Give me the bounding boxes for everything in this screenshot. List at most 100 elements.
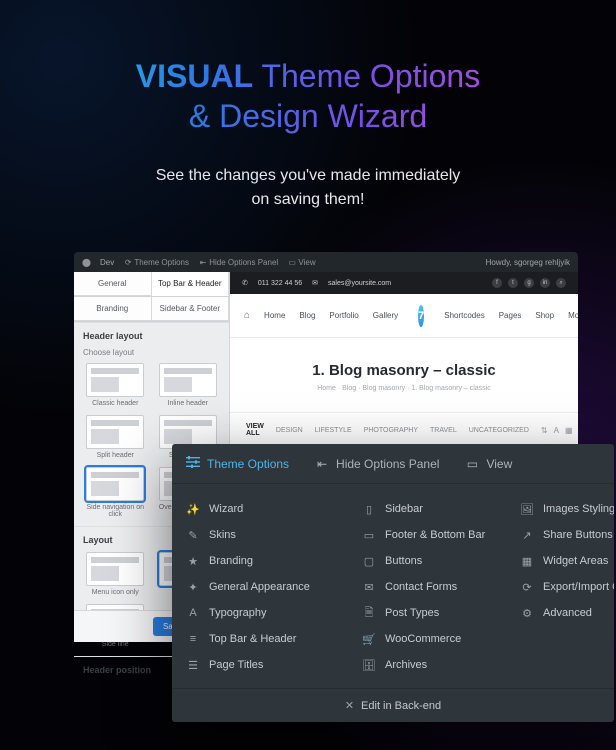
site-logo[interactable]: 7: [418, 305, 424, 327]
nav-item[interactable]: Shop: [535, 311, 554, 320]
wand-icon: ✨: [186, 503, 200, 516]
tab-general[interactable]: General: [74, 272, 152, 296]
nav-item[interactable]: Home: [264, 311, 285, 320]
menu-top-bar-header[interactable]: ≡Top Bar & Header: [186, 626, 334, 652]
menu-post-types[interactable]: 🗎Post Types: [362, 600, 492, 626]
filter-item[interactable]: DESIGN: [276, 427, 303, 434]
section-subtitle: Choose layout: [83, 348, 220, 357]
site-topbar: ✆ 011 322 44 56 ✉ sales@yoursite.com f t…: [230, 272, 578, 294]
grid-icon: ▦: [520, 555, 534, 568]
menu-page-titles[interactable]: ☰Page Titles: [186, 652, 334, 678]
mail-icon: ✉: [312, 279, 318, 287]
wp-logo-icon: ⬤: [82, 258, 90, 267]
flyout-tab-hide-panel[interactable]: ⇤ Hide Options Panel: [315, 457, 439, 471]
home-icon[interactable]: ⌂: [244, 310, 250, 321]
social-icon[interactable]: t: [508, 278, 518, 288]
site-email: sales@yoursite.com: [328, 280, 391, 287]
layout-option[interactable]: Menu icon only: [83, 552, 148, 596]
menu-wizard[interactable]: ✨Wizard: [186, 496, 334, 522]
star-icon: ★: [186, 555, 200, 568]
archive-icon: 🗄: [362, 659, 376, 672]
button-icon: ▢: [362, 555, 376, 568]
hero-title: VISUAL Theme Options & Design Wizard: [40, 56, 576, 136]
header-icon: ≡: [186, 633, 200, 645]
filter-item[interactable]: PHOTOGRAPHY: [364, 427, 418, 434]
grid-icon[interactable]: ▦: [565, 426, 573, 435]
hero-subtitle: See the changes you've made immediately …: [40, 164, 576, 212]
menu-images-styling[interactable]: 🖼Images Styling & H: [520, 496, 614, 522]
share-icon: ↗: [520, 529, 534, 542]
menu-export-import[interactable]: ⟳Export/Import Opti: [520, 574, 614, 600]
sort-alpha-icon[interactable]: A: [554, 426, 559, 435]
nav-item[interactable]: Blog: [299, 311, 315, 320]
menu-woocommerce[interactable]: 🛒WooCommerce: [362, 626, 492, 652]
page-title: 1. Blog masonry – classic: [240, 362, 568, 379]
menu-advanced[interactable]: ⚙Advanced: [520, 600, 614, 626]
nav-item[interactable]: More: [568, 311, 578, 320]
collapse-icon: ⇤: [315, 457, 329, 471]
wp-bar-item[interactable]: ▭ View: [288, 258, 315, 267]
social-icon[interactable]: g: [524, 278, 534, 288]
menu-buttons[interactable]: ▢Buttons: [362, 548, 492, 574]
footer-icon: ▭: [362, 529, 376, 542]
menu-contact-forms[interactable]: ✉Contact Forms: [362, 574, 492, 600]
theme-options-flyout: Theme Options ⇤ Hide Options Panel ▭ Vie…: [172, 444, 614, 722]
tab-branding[interactable]: Branding: [74, 297, 152, 321]
edit-backend-label: Edit in Back-end: [361, 700, 441, 712]
menu-share-buttons[interactable]: ↗Share Buttons: [520, 522, 614, 548]
filter-item[interactable]: LIFESTYLE: [315, 427, 352, 434]
document-icon: 🗎: [362, 604, 376, 623]
wp-bar-item[interactable]: Dev: [100, 258, 114, 267]
layout-option[interactable]: Classic header: [83, 363, 148, 407]
phone-icon: ✆: [242, 279, 248, 287]
edit-backend-button[interactable]: ✕ Edit in Back-end: [172, 688, 614, 722]
menu-sidebar[interactable]: ▯Sidebar: [362, 496, 492, 522]
site-nav: ⌂ Home Blog Portfolio Gallery 7 Shortcod…: [230, 294, 578, 338]
filter-item[interactable]: UNCATEGORIZED: [469, 427, 529, 434]
post-filters: VIEW ALL DESIGN LIFESTYLE PHOTOGRAPHY TR…: [230, 413, 578, 448]
tab-sidebar-footer[interactable]: Sidebar & Footer: [152, 297, 230, 321]
nav-item[interactable]: Gallery: [373, 311, 398, 320]
hero-sub-line2: on saving them!: [252, 191, 365, 208]
titles-icon: ☰: [186, 659, 200, 672]
menu-typography[interactable]: ATypography: [186, 600, 334, 626]
flyout-tab-label: Theme Options: [207, 457, 289, 471]
menu-archives[interactable]: 🗄Archives: [362, 652, 492, 678]
sort-icon[interactable]: ⇅: [541, 426, 548, 435]
nav-item[interactable]: Shortcodes: [444, 311, 484, 320]
sliders-icon: [186, 456, 200, 471]
layout-option-selected[interactable]: Side navigation on click: [83, 467, 148, 518]
layout-option[interactable]: Split header: [83, 415, 148, 459]
tab-top-bar-header[interactable]: Top Bar & Header: [152, 272, 230, 296]
nav-item[interactable]: Pages: [499, 311, 522, 320]
menu-branding[interactable]: ★Branding: [186, 548, 334, 574]
flyout-tab-view[interactable]: ▭ View: [465, 457, 512, 471]
flyout-tab-label: Hide Options Panel: [336, 457, 439, 471]
flyout-tab-theme-options[interactable]: Theme Options: [186, 456, 289, 471]
wp-bar-howdy[interactable]: Howdy, sgorgeg rehljyik: [486, 258, 570, 267]
screenshot-cluster: ⬤ Dev ⟳ Theme Options ⇤ Hide Options Pan…: [74, 252, 614, 750]
social-icon[interactable]: f: [492, 278, 502, 288]
filter-item[interactable]: TRAVEL: [430, 427, 457, 434]
layout-option[interactable]: Inline header: [156, 363, 221, 407]
site-phone: 011 322 44 56: [258, 280, 302, 287]
menu-general-appearance[interactable]: ✦General Appearance: [186, 574, 334, 600]
cart-icon: 🛒: [362, 633, 376, 646]
menu-widget-areas[interactable]: ▦Widget Areas: [520, 548, 614, 574]
menu-footer[interactable]: ▭Footer & Bottom Bar: [362, 522, 492, 548]
section-title: Header layout: [83, 331, 220, 341]
search-icon[interactable]: ⌕: [556, 278, 566, 288]
social-icon[interactable]: in: [540, 278, 550, 288]
wp-bar-item[interactable]: ⟳ Theme Options: [124, 258, 189, 267]
nav-item[interactable]: Portfolio: [329, 311, 358, 320]
image-icon: 🖼: [520, 503, 534, 516]
filter-item[interactable]: VIEW ALL: [246, 423, 264, 437]
type-icon: A: [186, 607, 200, 619]
wp-bar-item[interactable]: ⇤ Hide Options Panel: [199, 258, 278, 267]
gear-icon: ⚙: [520, 607, 534, 620]
hero-title-bold: VISUAL: [136, 58, 253, 94]
brush-icon: ✎: [186, 529, 200, 542]
monitor-icon: ▭: [465, 457, 479, 471]
flyout-tab-label: View: [486, 457, 512, 471]
menu-skins[interactable]: ✎Skins: [186, 522, 334, 548]
